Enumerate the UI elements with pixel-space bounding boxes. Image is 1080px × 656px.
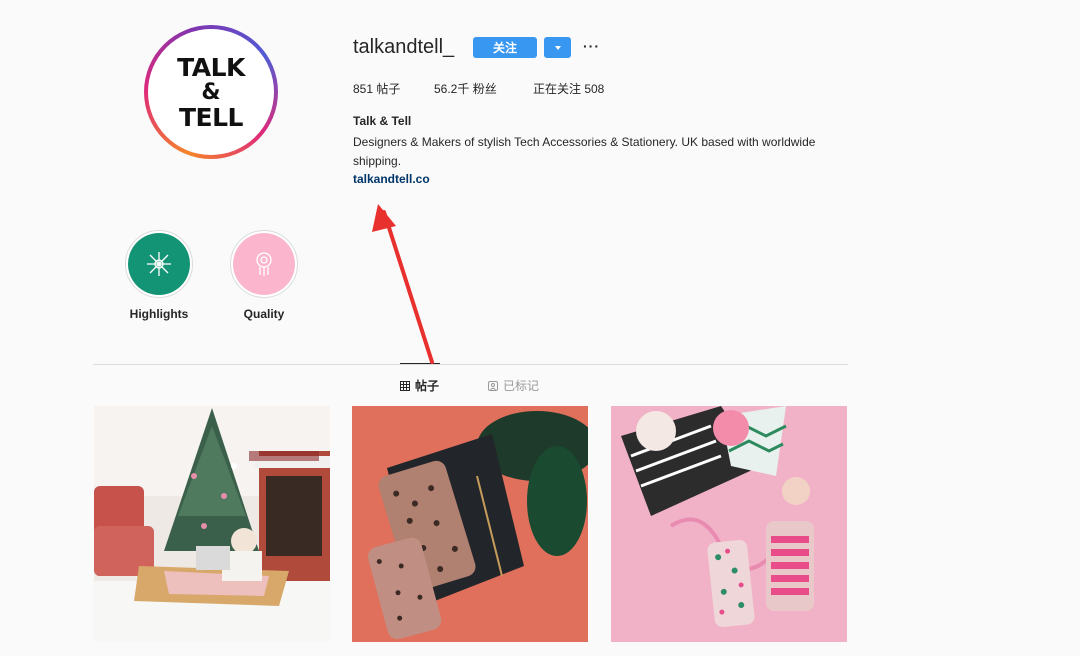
post-thumbnail-girls-cases[interactable] xyxy=(611,406,847,642)
avatar-line-2: & xyxy=(201,79,221,105)
highlight-ring xyxy=(230,230,298,298)
post-thumbnail-leopard-cases[interactable] xyxy=(352,406,588,642)
tag-icon xyxy=(488,380,498,391)
tab-posts[interactable]: 帖子 xyxy=(400,377,439,394)
avatar-line-3: TELL xyxy=(179,102,244,132)
profile-username: talkandtell_ xyxy=(353,36,455,58)
more-options-icon[interactable]: ··· xyxy=(583,38,600,54)
chevron-down-icon xyxy=(554,45,561,50)
highlight-ring xyxy=(125,230,193,298)
follow-button[interactable]: 关注 xyxy=(473,37,537,58)
tab-posts-label: 帖子 xyxy=(415,379,440,393)
avatar-logo: TALK & TELL xyxy=(148,29,274,155)
profile-avatar[interactable]: TALK & TELL xyxy=(144,25,278,159)
post-thumbnail-christmas[interactable] xyxy=(94,406,330,642)
bio-link[interactable]: talkandtell.co xyxy=(353,172,430,186)
highlight-highlights[interactable]: Highlights xyxy=(123,230,195,321)
active-tab-indicator xyxy=(400,363,440,364)
following-count[interactable]: 正在关注 508 xyxy=(533,80,604,97)
highlight-label: Highlights xyxy=(129,307,189,321)
posts-count[interactable]: 851 帖子 xyxy=(353,80,400,97)
tabs-divider xyxy=(93,364,848,365)
tab-tagged[interactable]: 已标记 xyxy=(488,377,539,394)
highlight-label: Quality xyxy=(243,307,285,321)
leopard-phone-cases-photo xyxy=(352,406,588,642)
highlight-quality[interactable]: Quality xyxy=(228,230,300,321)
tab-tagged-label: 已标记 xyxy=(503,379,540,393)
bio-text: Designers & Makers of stylish Tech Acces… xyxy=(353,135,816,168)
followers-count[interactable]: 56.2千 粉丝 xyxy=(434,80,497,97)
grid-icon xyxy=(400,380,410,391)
girls-phone-cases-photo xyxy=(611,406,847,642)
dreamcatcher-icon xyxy=(233,233,295,295)
christmas-tree-photo xyxy=(94,406,330,642)
suggestions-dropdown-button[interactable] xyxy=(544,37,571,58)
bio-name: Talk & Tell xyxy=(353,114,412,128)
sparkle-icon xyxy=(128,233,190,295)
avatar-line-1: TALK xyxy=(177,52,245,82)
